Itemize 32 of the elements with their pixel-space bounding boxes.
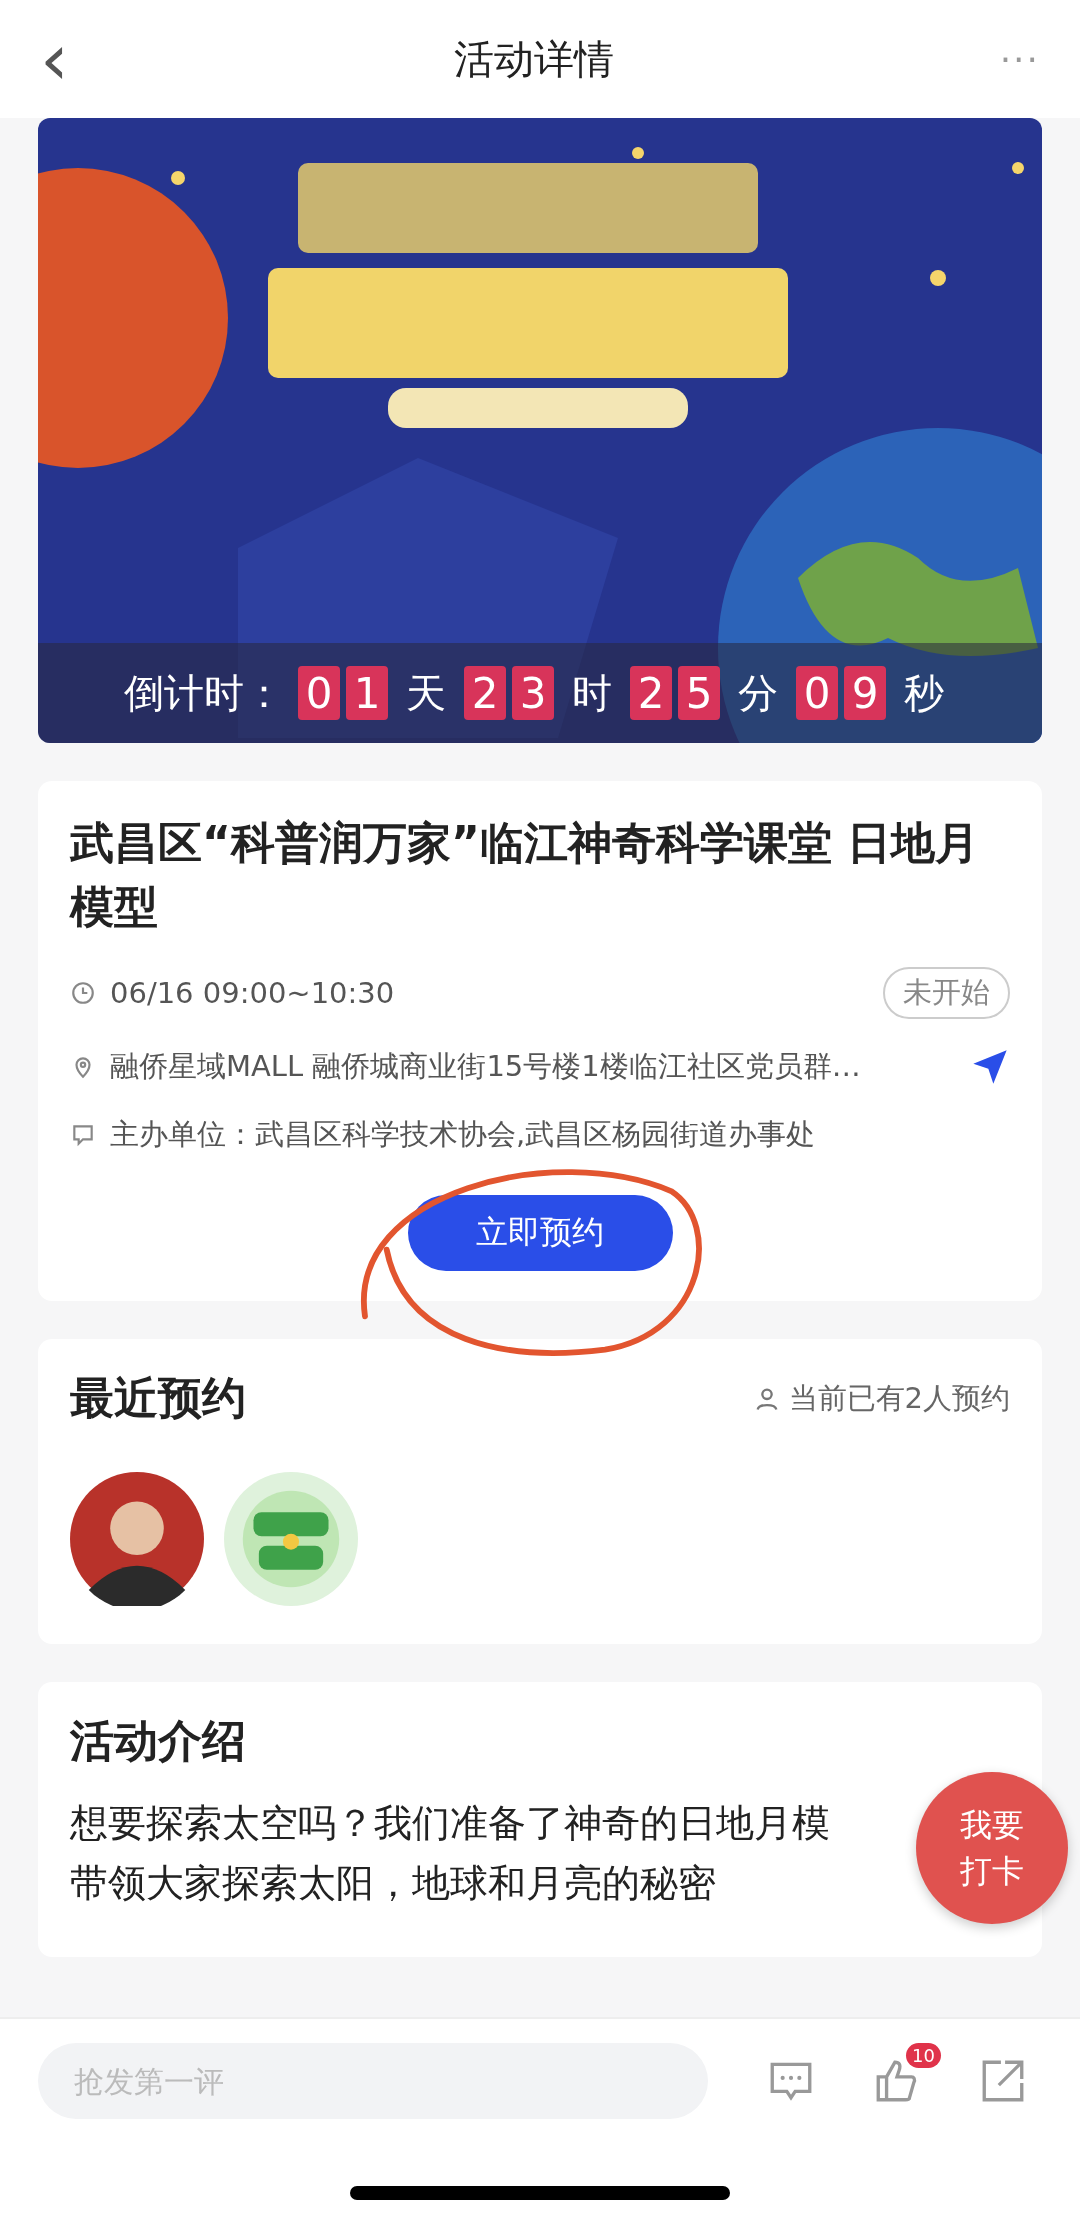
event-location: 融侨星域MALL 融侨城商业街15号楼1楼临江社区党员群… [110,1048,862,1085]
section-title: 活动介绍 [70,1714,247,1768]
countdown-digit: 5 [678,666,720,720]
flag-icon [70,1122,96,1148]
countdown-digit: 9 [844,666,886,720]
check-in-button[interactable]: 我要 打卡 [916,1772,1068,1924]
countdown-digit: 2 [464,666,506,720]
event-time: 06/16 09:00~10:30 [110,976,395,1010]
avatar[interactable] [70,1472,204,1606]
countdown-label: 倒计时： [124,668,284,718]
comment-field[interactable]: 抢发第一评 [38,2043,708,2119]
countdown-unit: 分 [738,668,778,718]
like-count-badge: 10 [906,2043,941,2068]
intro-text: 想要探索太空吗？我们准备了神奇的日地月模 [70,1800,830,1847]
countdown-unit: 时 [572,668,612,718]
clock-icon [70,980,96,1006]
status-tag: 未开始 [883,967,1010,1019]
intro-text: 带领大家探索太阳，地球和月亮的秘密 [70,1860,716,1907]
event-organizer: 主办单位：武昌区科学技术协会,武昌区杨园街道办事处 [110,1116,816,1153]
back-button[interactable]: ‹ [40,23,69,95]
page-title: 活动详情 [454,34,615,84]
book-button[interactable]: 立即预约 [407,1195,673,1271]
countdown-unit: 秒 [904,668,944,718]
countdown-digit: 2 [630,666,672,720]
event-title: 武昌区“科普润万家”临江神奇科学课堂 日地月模型 [70,816,981,934]
countdown-digit: 1 [346,666,388,720]
countdown-unit: 天 [406,668,446,718]
countdown-digit: 0 [298,666,340,720]
booking-count: 当前已有2人预约 [788,1379,1010,1417]
countdown-digit: 3 [512,666,554,720]
section-title: 最近预约 [70,1371,246,1425]
countdown-digit: 0 [796,666,838,720]
